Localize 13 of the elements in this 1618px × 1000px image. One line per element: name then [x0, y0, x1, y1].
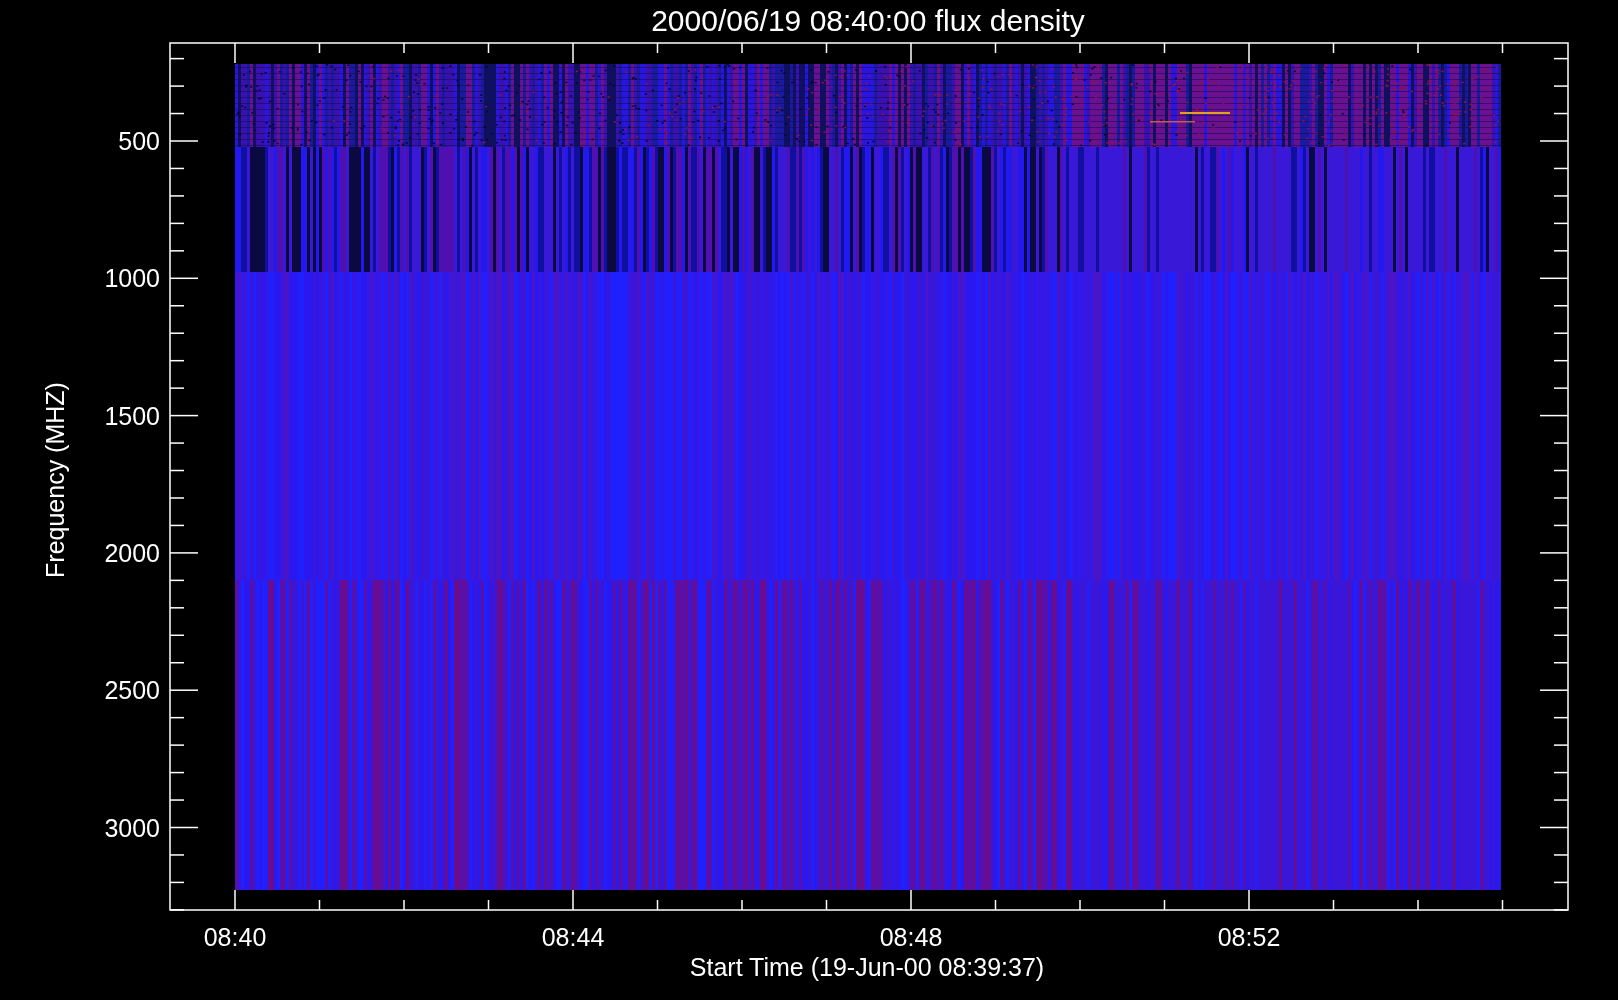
plot-title: 2000/06/19 08:40:00 flux density	[651, 4, 1085, 37]
tick-label: 500	[118, 127, 160, 155]
axis-label: Start Time (19-Jun-00 08:39:37)	[689, 953, 1045, 981]
tick-label: 1000	[104, 264, 160, 293]
axis-label: Frequency (MHZ)	[41, 382, 69, 578]
tick-label: 08:52	[1217, 923, 1281, 951]
tick-label: 2500	[104, 676, 160, 705]
tick-label: 08:48	[879, 923, 943, 951]
tick-label: 08:44	[541, 923, 605, 951]
tick-label: 08:40	[203, 923, 267, 951]
tick-label: 3000	[104, 813, 160, 842]
tick-label: 1500	[104, 401, 160, 430]
tick-label: 2000	[104, 538, 160, 567]
